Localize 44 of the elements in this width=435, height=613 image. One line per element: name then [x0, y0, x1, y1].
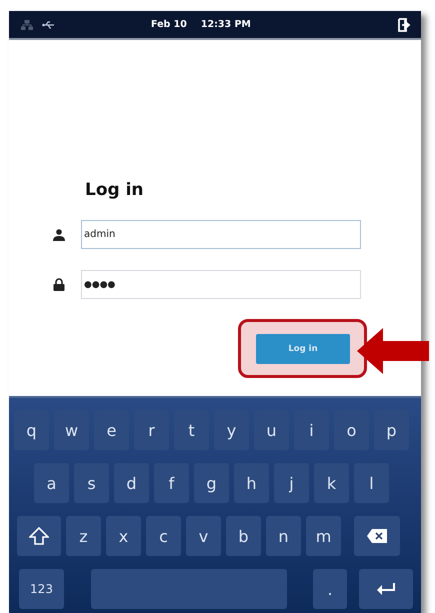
key[interactable]: j: [274, 463, 309, 503]
key[interactable]: w: [54, 410, 89, 450]
usb-icon: [42, 20, 55, 28]
key[interactable]: x: [106, 516, 141, 556]
key[interactable]: q: [14, 410, 49, 450]
key[interactable]: k: [314, 463, 349, 503]
key[interactable]: u: [254, 410, 289, 450]
key[interactable]: g: [194, 463, 229, 503]
key[interactable]: c: [146, 516, 181, 556]
login-title: Log in: [85, 180, 145, 200]
key[interactable]: a: [34, 463, 69, 503]
key[interactable]: l: [354, 463, 389, 503]
date-label: Feb 10: [151, 19, 187, 30]
pointer-arrow: [357, 328, 429, 374]
shift-icon: [29, 527, 49, 545]
key[interactable]: h: [234, 463, 269, 503]
key[interactable]: z: [66, 516, 101, 556]
key[interactable]: o: [334, 410, 369, 450]
key[interactable]: f: [154, 463, 189, 503]
key[interactable]: m: [306, 516, 341, 556]
input-field[interactable]: admin: [81, 220, 361, 249]
key[interactable]: b: [226, 516, 261, 556]
key[interactable]: y: [214, 410, 249, 450]
key[interactable]: i: [294, 410, 329, 450]
key[interactable]: r: [134, 410, 169, 450]
enter-key[interactable]: [359, 569, 413, 609]
lock-icon: [53, 278, 65, 291]
enter-icon: [376, 583, 396, 595]
time-label: 12:33 PM: [200, 19, 251, 30]
shift-key[interactable]: [17, 516, 61, 556]
key[interactable]: s: [74, 463, 109, 503]
key[interactable]: .: [313, 569, 347, 609]
key[interactable]: 123: [19, 569, 64, 609]
input-field[interactable]: ●●●●: [81, 270, 361, 299]
backspace-key[interactable]: [354, 516, 400, 556]
key[interactable]: p: [374, 410, 409, 450]
key[interactable]: n: [266, 516, 301, 556]
key[interactable]: v: [186, 516, 221, 556]
key[interactable]: t: [174, 410, 209, 450]
key[interactable]: e: [94, 410, 129, 450]
backspace-icon: [367, 529, 387, 543]
key[interactable]: d: [114, 463, 149, 503]
user-icon: [53, 228, 65, 240]
logout-icon[interactable]: [398, 18, 411, 32]
